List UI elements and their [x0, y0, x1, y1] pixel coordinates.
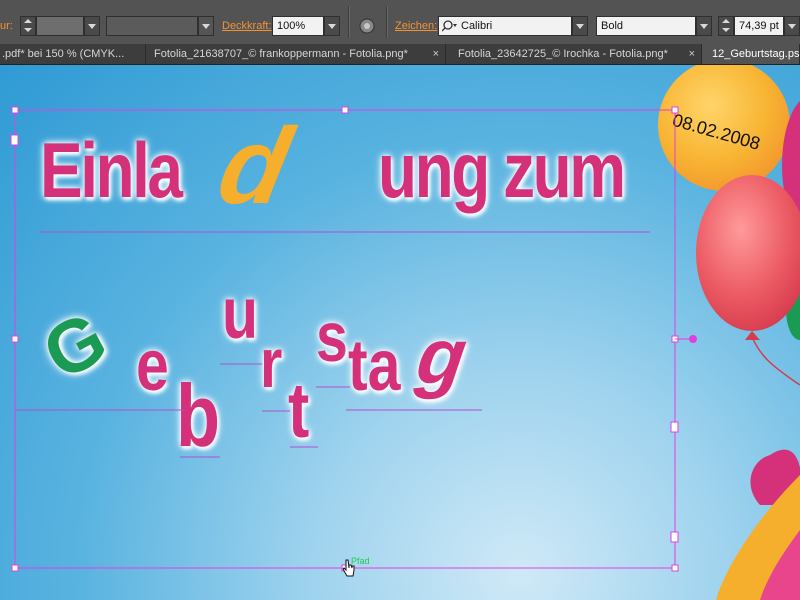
font-size-stepper[interactable]: [718, 16, 734, 36]
brush-dropdown-icon[interactable]: [198, 16, 214, 36]
brush-field[interactable]: [106, 16, 198, 36]
font-style-dropdown-icon[interactable]: [696, 16, 712, 36]
close-tab-icon[interactable]: ×: [689, 44, 695, 64]
tab-12-geburtstag[interactable]: 12_Geburtstag.ps: [702, 44, 800, 64]
opacity-field[interactable]: 100%: [272, 16, 324, 36]
font-family-field[interactable]: Calibri: [438, 16, 572, 36]
out-port-handle[interactable]: [670, 531, 679, 543]
font-size-field[interactable]: 74,39 pt: [734, 16, 784, 36]
resize-handle-bottom-left[interactable]: [11, 564, 19, 572]
stroke-weight-field[interactable]: [36, 16, 84, 36]
opacity-label[interactable]: Deckkraft:: [222, 20, 272, 32]
separator: [386, 6, 388, 38]
stroke-weight-stepper[interactable]: [20, 16, 36, 36]
font-family-value: Calibri: [461, 20, 493, 32]
recolor-icon[interactable]: [358, 17, 376, 35]
font-style-field[interactable]: Bold: [596, 16, 696, 36]
in-port-handle[interactable]: [10, 134, 19, 146]
text-frame-bounding-box[interactable]: [14, 109, 676, 569]
tab-fotolia-23642725[interactable]: Fotolia_23642725_© Irochka - Fotolia.png…: [446, 44, 702, 64]
tab-label: .pdf* bei 150 % (CMYK...: [2, 48, 125, 60]
opacity-dropdown-icon[interactable]: [324, 16, 340, 36]
resize-handle-top-right[interactable]: [671, 106, 679, 114]
separator: [348, 6, 350, 38]
character-label[interactable]: Zeichen:: [395, 20, 437, 32]
tab-fotolia-21638707[interactable]: Fotolia_21638707_© frankoppermann - Foto…: [146, 44, 446, 64]
tab-label: Fotolia_23642725_© Irochka - Fotolia.png…: [458, 48, 668, 60]
stroke-label: ur:: [0, 20, 13, 32]
stroke-weight-dropdown-icon[interactable]: [84, 16, 100, 36]
selection-overlay: [10, 106, 697, 572]
resize-handle-middle-left[interactable]: [11, 335, 19, 343]
tab-document-pdf[interactable]: .pdf* bei 150 % (CMYK...: [0, 44, 146, 64]
control-bar: ur: Deckkraft: 100% Zeichen: Calibri Bol…: [0, 0, 800, 45]
cursor-hand-icon: [342, 559, 355, 577]
tab-label: Fotolia_21638707_© frankoppermann - Foto…: [154, 48, 408, 60]
resize-handle-bottom-right[interactable]: [671, 564, 679, 572]
resize-handle-top-middle[interactable]: [341, 106, 349, 114]
artboard-canvas[interactable]: 08.02.2008 Einla d ung zum G e b u r t s…: [0, 65, 800, 600]
close-tab-icon[interactable]: ×: [433, 44, 439, 64]
font-family-dropdown-icon[interactable]: [572, 16, 588, 36]
rotate-widget-handle[interactable]: [689, 335, 697, 343]
resize-handle-top-left[interactable]: [11, 106, 19, 114]
threaded-port-handle[interactable]: [670, 421, 679, 433]
search-icon: [442, 20, 457, 32]
tab-label: 12_Geburtstag.ps: [712, 48, 800, 60]
document-tab-bar: .pdf* bei 150 % (CMYK... Fotolia_2163870…: [0, 44, 800, 65]
font-size-dropdown-icon[interactable]: [784, 16, 800, 36]
